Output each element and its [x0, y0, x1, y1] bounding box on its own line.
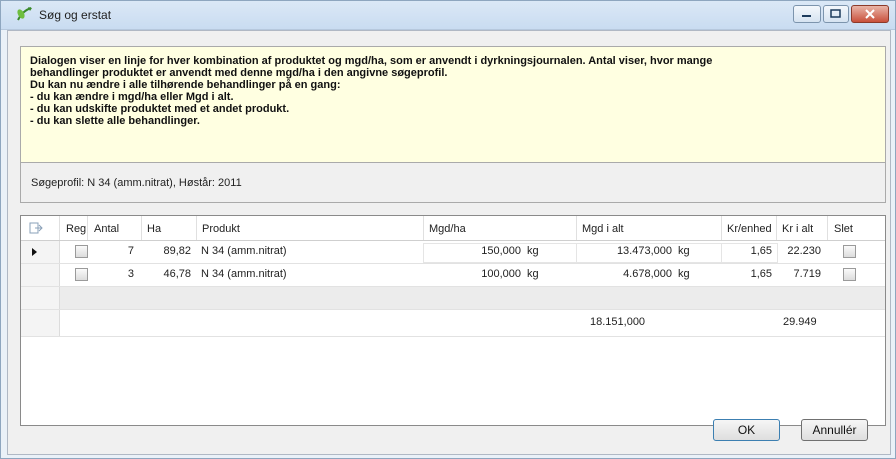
minimize-button[interactable]: [793, 5, 821, 23]
header-mgd-i-alt[interactable]: Mgd i alt: [582, 223, 624, 235]
header-ha[interactable]: Ha: [147, 223, 161, 235]
mgd-i-alt-unit: kg: [678, 268, 690, 280]
title-bar[interactable]: Søg og erstat: [1, 1, 895, 30]
header-slet[interactable]: Slet: [834, 223, 853, 235]
row-pointer-icon: [32, 248, 37, 256]
header-mgd-ha[interactable]: Mgd/ha: [429, 223, 466, 235]
window-title: Søg og erstat: [39, 8, 112, 22]
ha-cell: 46,78: [163, 268, 191, 280]
row-header[interactable]: [21, 264, 60, 286]
row-header: [21, 287, 60, 309]
minimize-icon: [802, 15, 811, 17]
slet-checkbox[interactable]: [843, 268, 856, 281]
cancel-button[interactable]: Annullér: [801, 419, 868, 441]
close-button[interactable]: [851, 5, 889, 23]
produkt-cell[interactable]: N 34 (amm.nitrat): [201, 268, 287, 280]
row-header: [21, 310, 60, 336]
produkt-cell[interactable]: N 34 (amm.nitrat): [201, 245, 287, 257]
close-icon: [865, 9, 875, 19]
info-line: - du kan slette alle behandlinger.: [30, 115, 200, 127]
kr-enhed-value[interactable]: 1,65: [723, 268, 772, 280]
total-kr-i-alt: 29.949: [783, 316, 817, 328]
ha-cell: 89,82: [163, 245, 191, 257]
kr-i-alt-cell: 22.230: [787, 245, 821, 257]
kr-i-alt-cell: 7.719: [793, 268, 821, 280]
reg-checkbox[interactable]: [75, 245, 88, 258]
maximize-icon: [830, 9, 841, 18]
antal-cell: 7: [127, 245, 134, 257]
kr-enhed-value[interactable]: 1,65: [723, 245, 772, 257]
info-line: Dialogen viser en linje for hver kombina…: [30, 55, 713, 67]
dialog-client-area: Dialogen viser en linje for hver kombina…: [7, 30, 891, 455]
mgd-i-alt-unit: kg: [678, 245, 690, 257]
info-line: Du kan nu ændre i alle tilhørende behand…: [30, 79, 341, 91]
header-reg[interactable]: Reg: [66, 223, 86, 235]
results-grid[interactable]: Reg Antal Ha Produkt Mgd/ha Mgd i alt Kr…: [20, 215, 886, 426]
slet-checkbox[interactable]: [843, 245, 856, 258]
mgd-ha-unit: kg: [527, 245, 539, 257]
empty-row: [21, 287, 885, 310]
info-line: - du kan udskifte produktet med et andet…: [30, 103, 290, 115]
total-mgd-i-alt: 18.151,000: [590, 316, 646, 328]
antal-cell: 3: [127, 268, 134, 280]
search-profile-label: Søgeprofil: N 34 (amm.nitrat), Høstår: 2…: [31, 177, 242, 189]
maximize-button[interactable]: [823, 5, 849, 23]
table-row[interactable]: 3 46,78 N 34 (amm.nitrat) 100,000 kg 4.6…: [21, 264, 885, 287]
mgd-ha-unit: kg: [527, 268, 539, 280]
mgd-i-alt-value[interactable]: 13.473,000: [578, 245, 672, 257]
info-line: behandlinger produktet er anvendt med de…: [30, 67, 448, 79]
header-produkt[interactable]: Produkt: [202, 223, 240, 235]
header-kr-i-alt[interactable]: Kr i alt: [782, 223, 813, 235]
mgd-ha-value[interactable]: 150,000: [425, 245, 521, 257]
info-line: - du kan ændre i mgd/ha eller Mgd i alt.: [30, 91, 234, 103]
table-row[interactable]: 7 89,82 N 34 (amm.nitrat) 150,000 kg 13.…: [21, 241, 885, 264]
leaf-arrow-icon: [17, 7, 32, 21]
header-antal[interactable]: Antal: [94, 223, 119, 235]
search-profile-panel: Søgeprofil: N 34 (amm.nitrat), Høstår: 2…: [20, 162, 886, 203]
dialog-window: Søg og erstat Dialogen viser en linje fo…: [0, 0, 896, 459]
info-panel: Dialogen viser en linje for hver kombina…: [20, 46, 886, 167]
mgd-ha-value[interactable]: 100,000: [425, 268, 521, 280]
ok-button[interactable]: OK: [713, 419, 780, 441]
reg-checkbox[interactable]: [75, 268, 88, 281]
export-icon[interactable]: [29, 222, 43, 234]
totals-row: 18.151,000 29.949: [21, 310, 885, 337]
mgd-i-alt-value[interactable]: 4.678,000: [578, 268, 672, 280]
row-header[interactable]: [21, 241, 60, 263]
grid-header: Reg Antal Ha Produkt Mgd/ha Mgd i alt Kr…: [21, 216, 885, 241]
header-kr-enhed[interactable]: Kr/enhed: [727, 223, 772, 235]
